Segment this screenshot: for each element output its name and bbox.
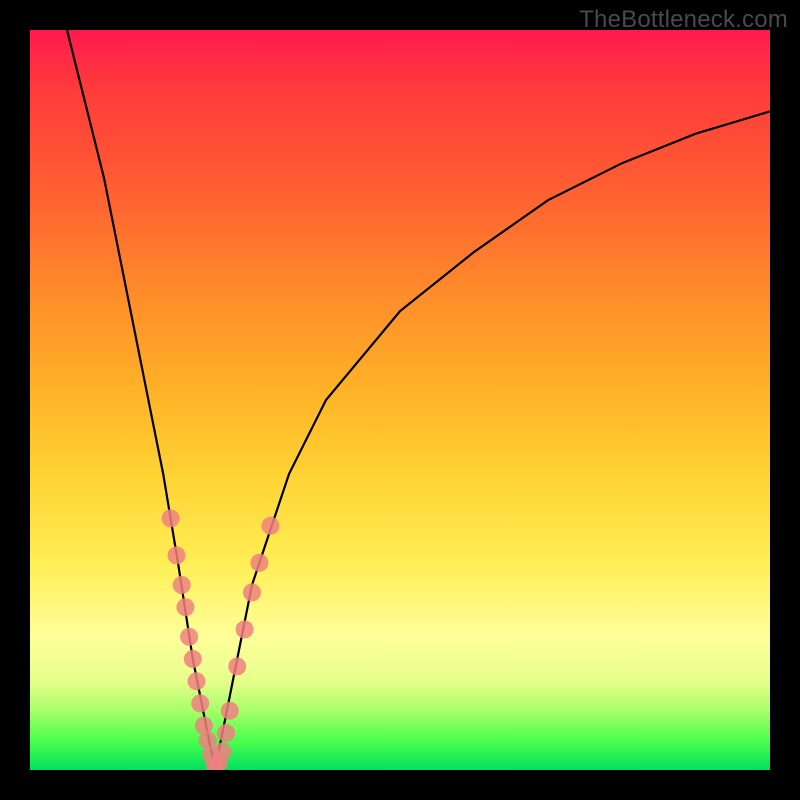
marker-dot [243,583,261,601]
chart-frame: TheBottleneck.com [0,0,800,800]
marker-dot [168,546,186,564]
marker-dot [180,628,198,646]
marker-dot [173,576,191,594]
marker-dot [184,650,202,668]
marker-dot [162,509,180,527]
marker-layer [162,509,280,770]
bottleneck-curve [67,30,770,770]
marker-dot [213,743,231,761]
plot-area [30,30,770,770]
curve-path [67,30,770,770]
marker-dot [188,672,206,690]
marker-dot [217,724,235,742]
chart-svg [30,30,770,770]
marker-dot [221,702,239,720]
marker-dot [176,598,194,616]
marker-dot [191,694,209,712]
marker-dot [262,517,280,535]
marker-dot [228,657,246,675]
marker-dot [250,554,268,572]
marker-dot [236,620,254,638]
